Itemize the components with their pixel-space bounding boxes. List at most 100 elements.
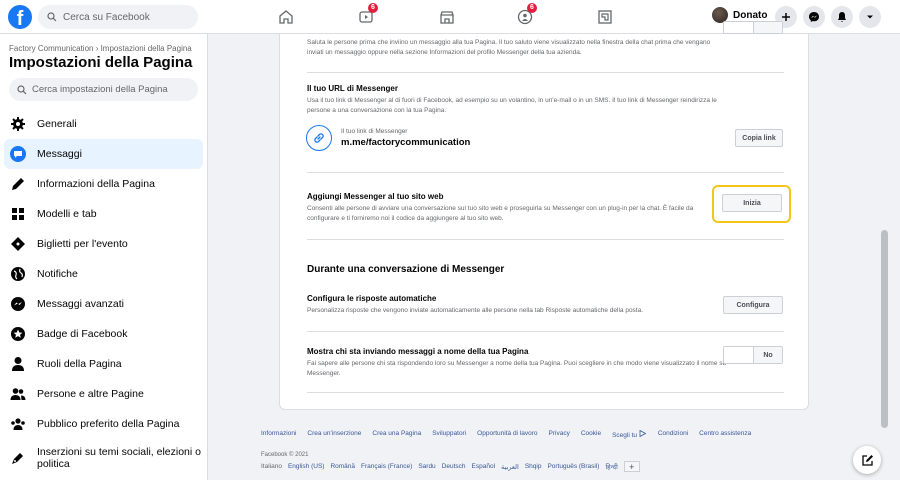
configure-button[interactable]: Configura xyxy=(723,296,783,314)
pen-icon xyxy=(9,449,27,467)
chat-icon xyxy=(9,145,27,163)
show-sender-toggle[interactable]: No xyxy=(723,346,783,364)
sidebar-item-label: Biglietti per l'evento xyxy=(37,238,128,250)
sidebar-item-label: Modelli e tab xyxy=(37,208,97,220)
toggle-off-part xyxy=(724,22,753,33)
footer-link[interactable]: Informazioni xyxy=(261,430,296,439)
gaming-icon xyxy=(598,10,612,24)
audience-icon xyxy=(9,415,27,433)
watch-badge: 6 xyxy=(368,3,378,13)
sidebar-item-messaggi-avanzati[interactable]: Messaggi avanzati xyxy=(4,289,203,319)
more-languages-button[interactable]: + xyxy=(623,461,640,472)
greeting-section: Saluta le persone prima che inviino un m… xyxy=(307,38,784,58)
footer-link[interactable]: Cookie xyxy=(581,430,601,439)
account-menu-button[interactable] xyxy=(859,6,881,28)
sidebar-item-generali[interactable]: Generali xyxy=(4,109,203,139)
sidebar-item-modelli-tab[interactable]: Modelli e tab xyxy=(4,199,203,229)
watch-nav-button[interactable]: 6 xyxy=(355,3,378,28)
settings-search-input[interactable]: Cerca impostazioni della Pagina xyxy=(9,78,198,101)
section-title: Il tuo URL di Messenger xyxy=(307,84,398,93)
home-icon xyxy=(279,10,293,24)
sidebar-item-label: Notifiche xyxy=(37,268,78,280)
facebook-logo[interactable]: f xyxy=(8,5,32,30)
footer-link[interactable]: Crea una Pagina xyxy=(372,430,421,439)
divider xyxy=(307,239,784,240)
footer-link[interactable]: Sviluppatori xyxy=(432,430,466,439)
search-placeholder: Cerca su Facebook xyxy=(63,11,150,23)
breadcrumb[interactable]: Factory Communication › Impostazioni del… xyxy=(9,44,192,53)
page-title: Impostazioni della Pagina xyxy=(9,54,193,71)
notifications-button[interactable] xyxy=(831,6,853,28)
facebook-search-input[interactable]: Cerca su Facebook xyxy=(38,5,198,29)
plus-icon xyxy=(782,13,790,21)
compose-icon xyxy=(861,454,873,466)
language-link[interactable]: Español xyxy=(472,463,496,470)
footer-link[interactable]: Centro assistenza xyxy=(699,430,751,439)
language-link[interactable]: Français (France) xyxy=(361,463,412,470)
groups-nav-button[interactable]: 6 xyxy=(514,3,537,28)
footer-link[interactable]: Crea un'inserzione xyxy=(307,430,361,439)
sidebar-item-label: Pubblico preferito della Pagina xyxy=(37,418,180,430)
settings-menu: Generali Messaggi Informazioni della Pag… xyxy=(4,109,203,477)
language-link[interactable]: Sardu xyxy=(418,463,435,470)
greeting-toggle[interactable] xyxy=(723,21,783,34)
user-name: Donato xyxy=(733,9,768,21)
section-description: Usa il tuo link di Messenger al di fuori… xyxy=(307,97,717,114)
section-description: Personalizza risposte che vengono inviat… xyxy=(307,307,644,314)
messenger-link-value[interactable]: m.me/factorycommunication xyxy=(341,137,470,148)
language-link[interactable]: Português (Brasil) xyxy=(547,463,599,470)
sidebar-item-messaggi[interactable]: Messaggi xyxy=(4,139,203,169)
footer-link[interactable]: Opportunità di lavoro xyxy=(477,430,537,439)
language-link[interactable]: English (US) xyxy=(288,463,324,470)
chevron-down-icon xyxy=(867,15,873,19)
messenger-button[interactable] xyxy=(803,6,825,28)
settings-sidebar: Factory Communication › Impostazioni del… xyxy=(0,34,208,480)
language-link[interactable]: Deutsch xyxy=(442,463,466,470)
sidebar-item-label: Badge di Facebook xyxy=(37,328,128,340)
gaming-nav-button[interactable] xyxy=(594,6,616,28)
footer-link[interactable]: Scegli tu xyxy=(612,429,647,439)
people-icon xyxy=(9,385,27,403)
marketplace-nav-button[interactable] xyxy=(436,6,458,28)
auto-reply-section: Configura le risposte automatiche Person… xyxy=(307,294,784,316)
sidebar-item-label: Messaggi avanzati xyxy=(37,298,124,310)
messenger-icon xyxy=(9,295,27,313)
sidebar-item-badge[interactable]: Badge di Facebook xyxy=(4,319,203,349)
scrollbar-thumb[interactable] xyxy=(881,230,888,428)
footer-link[interactable]: Condizioni xyxy=(658,430,688,439)
language-link[interactable]: हिन्दी xyxy=(605,462,617,471)
divider xyxy=(307,172,784,173)
grid-icon xyxy=(9,205,27,223)
sidebar-item-info-pagina[interactable]: Informazioni della Pagina xyxy=(4,169,203,199)
gear-icon xyxy=(9,115,27,133)
copy-link-button[interactable]: Copia link xyxy=(735,129,783,147)
sidebar-item-label: Messaggi xyxy=(37,148,82,160)
sidebar-item-persone[interactable]: Persone e altre Pagine xyxy=(4,379,203,409)
groups-badge: 6 xyxy=(527,3,537,13)
globe-icon xyxy=(9,265,27,283)
sidebar-item-label: Informazioni della Pagina xyxy=(37,178,155,190)
sidebar-item-notifiche[interactable]: Notifiche xyxy=(4,259,203,289)
footer-link-label: Scegli tu xyxy=(612,432,637,439)
person-icon xyxy=(9,355,27,373)
language-link[interactable]: العربية xyxy=(501,463,519,471)
toggle-no-part xyxy=(752,22,782,33)
start-button[interactable]: Inizia xyxy=(722,194,782,212)
sidebar-item-biglietti[interactable]: Biglietti per l'evento xyxy=(4,229,203,259)
sidebar-item-inserzioni-politica[interactable]: Inserzioni su temi sociali, elezioni o p… xyxy=(4,439,203,477)
link-icon xyxy=(306,125,332,151)
language-link[interactable]: Shqip xyxy=(525,463,542,470)
bell-icon xyxy=(838,12,846,22)
toggle-off-part xyxy=(724,347,753,363)
messenger-link-label: Il tuo link di Messenger xyxy=(341,128,408,135)
new-message-button[interactable] xyxy=(853,446,881,474)
footer-link[interactable]: Privacy xyxy=(549,430,570,439)
language-link[interactable]: Română xyxy=(330,463,355,470)
sidebar-item-label: Inserzioni su temi sociali, elezioni o p… xyxy=(37,446,201,470)
pencil-icon xyxy=(9,175,27,193)
sidebar-item-ruoli[interactable]: Ruoli della Pagina xyxy=(4,349,203,379)
sidebar-item-label: Ruoli della Pagina xyxy=(37,358,122,370)
footer-links: Informazioni Crea un'inserzione Crea una… xyxy=(261,429,751,439)
home-nav-button[interactable] xyxy=(275,6,297,28)
sidebar-item-pubblico[interactable]: Pubblico preferito della Pagina xyxy=(4,409,203,439)
